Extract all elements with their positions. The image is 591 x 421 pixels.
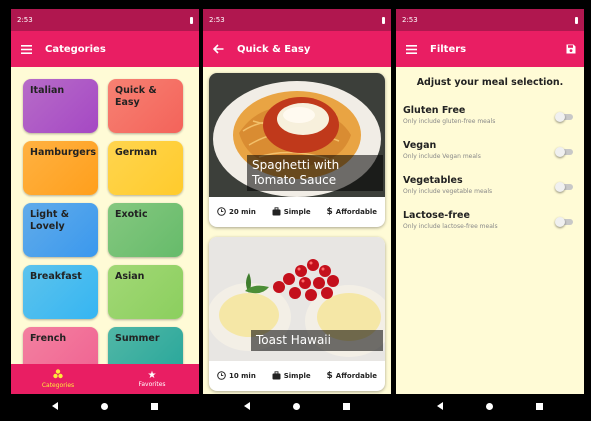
clock-icon bbox=[217, 370, 226, 382]
switch-knob bbox=[555, 111, 565, 122]
bottom-nav-categories-label: Categories bbox=[41, 382, 75, 389]
bottom-nav-favorites-label: Favorites bbox=[138, 381, 166, 388]
category-grid: Italian Quick & Easy Hamburgers German L… bbox=[23, 79, 183, 381]
meal-title: Toast Hawaii bbox=[251, 330, 383, 351]
lactose-free-switch[interactable] bbox=[555, 216, 573, 227]
screen-filters: 2:53 Filters Adjust your meal selection.… bbox=[396, 9, 584, 394]
meal-complexity: Simple bbox=[272, 206, 311, 218]
clock-icon bbox=[217, 206, 226, 218]
status-time: 2:53 bbox=[17, 16, 33, 24]
vegan-switch[interactable] bbox=[555, 146, 573, 157]
app-bar: Categories bbox=[11, 31, 199, 67]
system-nav-bar-2 bbox=[203, 394, 391, 418]
bottom-nav-favorites[interactable]: ★ Favorites bbox=[105, 364, 199, 394]
category-tile-italian[interactable]: Italian bbox=[23, 79, 98, 133]
gluten-free-switch[interactable] bbox=[555, 111, 573, 122]
meal-card[interactable]: Spaghetti with Tomato Sauce 20 min Simpl… bbox=[209, 73, 385, 227]
switch-knob bbox=[555, 181, 565, 192]
switch-knob bbox=[555, 146, 565, 157]
filter-title: Vegan bbox=[403, 140, 437, 151]
system-recents-icon[interactable] bbox=[150, 402, 158, 410]
screen-category-meals: 2:53 Quick & Easy Spaghetti with Tomato … bbox=[203, 9, 391, 394]
screen-categories: 2:53 Categories Italian Quick & Easy Ham… bbox=[11, 9, 199, 394]
category-tile-quick-easy[interactable]: Quick & Easy bbox=[108, 79, 183, 133]
filters-heading: Adjust your meal selection. bbox=[416, 77, 564, 88]
menu-icon[interactable] bbox=[19, 44, 33, 54]
meal-affordability: $ Affordable bbox=[326, 207, 378, 217]
filter-title: Lactose-free bbox=[403, 210, 470, 221]
app-bar: Filters bbox=[396, 31, 584, 67]
categories-icon bbox=[53, 369, 63, 382]
system-back-icon[interactable] bbox=[437, 402, 444, 410]
system-back-icon[interactable] bbox=[244, 402, 251, 410]
meal-duration: 20 min bbox=[217, 206, 256, 218]
filter-gluten-free: Gluten Free Only include gluten-free mea… bbox=[403, 105, 577, 135]
system-recents-icon[interactable] bbox=[535, 402, 543, 410]
filter-vegan: Vegan Only include Vegan meals bbox=[403, 140, 577, 170]
filter-title: Vegetables bbox=[403, 175, 463, 186]
category-tile-light-lovely[interactable]: Light & Lovely bbox=[23, 203, 98, 257]
meal-title: Spaghetti with Tomato Sauce bbox=[247, 155, 383, 191]
filter-subtitle: Only include vegetable meals bbox=[403, 188, 493, 195]
meal-image: Spaghetti with Tomato Sauce bbox=[209, 73, 385, 197]
meal-info-row: 20 min Simple $ Affordable bbox=[209, 197, 385, 227]
category-tile-asian[interactable]: Asian bbox=[108, 265, 183, 319]
status-time: 2:53 bbox=[402, 16, 418, 24]
page-title: Quick & Easy bbox=[237, 43, 311, 55]
meal-complexity: Simple bbox=[272, 370, 311, 382]
meal-info-row: 10 min Simple $ Affordable bbox=[209, 361, 385, 391]
status-time: 2:53 bbox=[209, 16, 225, 24]
filter-title: Gluten Free bbox=[403, 105, 466, 116]
bottom-nav: Categories ★ Favorites bbox=[11, 364, 199, 394]
status-bar: 2:53 bbox=[396, 9, 584, 31]
filter-subtitle: Only include gluten-free meals bbox=[403, 118, 496, 125]
filter-subtitle: Only include lactose-free meals bbox=[403, 223, 498, 230]
briefcase-icon bbox=[272, 206, 281, 218]
page-title: Categories bbox=[45, 43, 106, 55]
menu-icon[interactable] bbox=[404, 44, 418, 54]
filter-vegetables: Vegetables Only include vegetable meals bbox=[403, 175, 577, 205]
filter-subtitle: Only include Vegan meals bbox=[403, 153, 481, 160]
save-icon[interactable] bbox=[566, 44, 576, 54]
page-title: Filters bbox=[430, 43, 467, 55]
dollar-icon: $ bbox=[326, 207, 333, 217]
bottom-nav-categories[interactable]: Categories bbox=[11, 364, 105, 394]
meal-image: Toast Hawaii bbox=[209, 237, 385, 361]
system-home-icon[interactable] bbox=[100, 402, 108, 410]
system-nav-bar-3 bbox=[396, 394, 584, 418]
status-bar: 2:53 bbox=[11, 9, 199, 31]
category-tile-breakfast[interactable]: Breakfast bbox=[23, 265, 98, 319]
category-tile-german[interactable]: German bbox=[108, 141, 183, 195]
system-back-icon[interactable] bbox=[52, 402, 59, 410]
dollar-icon: $ bbox=[326, 371, 333, 381]
briefcase-icon bbox=[272, 370, 281, 382]
battery-icon bbox=[190, 16, 193, 24]
system-recents-icon[interactable] bbox=[342, 402, 350, 410]
category-tile-hamburgers[interactable]: Hamburgers bbox=[23, 141, 98, 195]
system-nav-bar-1 bbox=[11, 394, 199, 418]
app-bar: Quick & Easy bbox=[203, 31, 391, 67]
meal-duration: 10 min bbox=[217, 370, 256, 382]
meal-card[interactable]: Toast Hawaii 10 min Simple $ Affordable bbox=[209, 237, 385, 391]
status-bar: 2:53 bbox=[203, 9, 391, 31]
switch-knob bbox=[555, 216, 565, 227]
battery-icon bbox=[575, 16, 578, 24]
vegetables-switch[interactable] bbox=[555, 181, 573, 192]
filter-lactose-free: Lactose-free Only include lactose-free m… bbox=[403, 210, 577, 240]
category-tile-exotic[interactable]: Exotic bbox=[108, 203, 183, 257]
star-icon: ★ bbox=[147, 370, 157, 381]
battery-icon bbox=[382, 16, 385, 24]
back-arrow-icon[interactable] bbox=[211, 44, 225, 54]
system-home-icon[interactable] bbox=[292, 402, 300, 410]
meal-affordability: $ Affordable bbox=[326, 371, 378, 381]
system-home-icon[interactable] bbox=[485, 402, 493, 410]
